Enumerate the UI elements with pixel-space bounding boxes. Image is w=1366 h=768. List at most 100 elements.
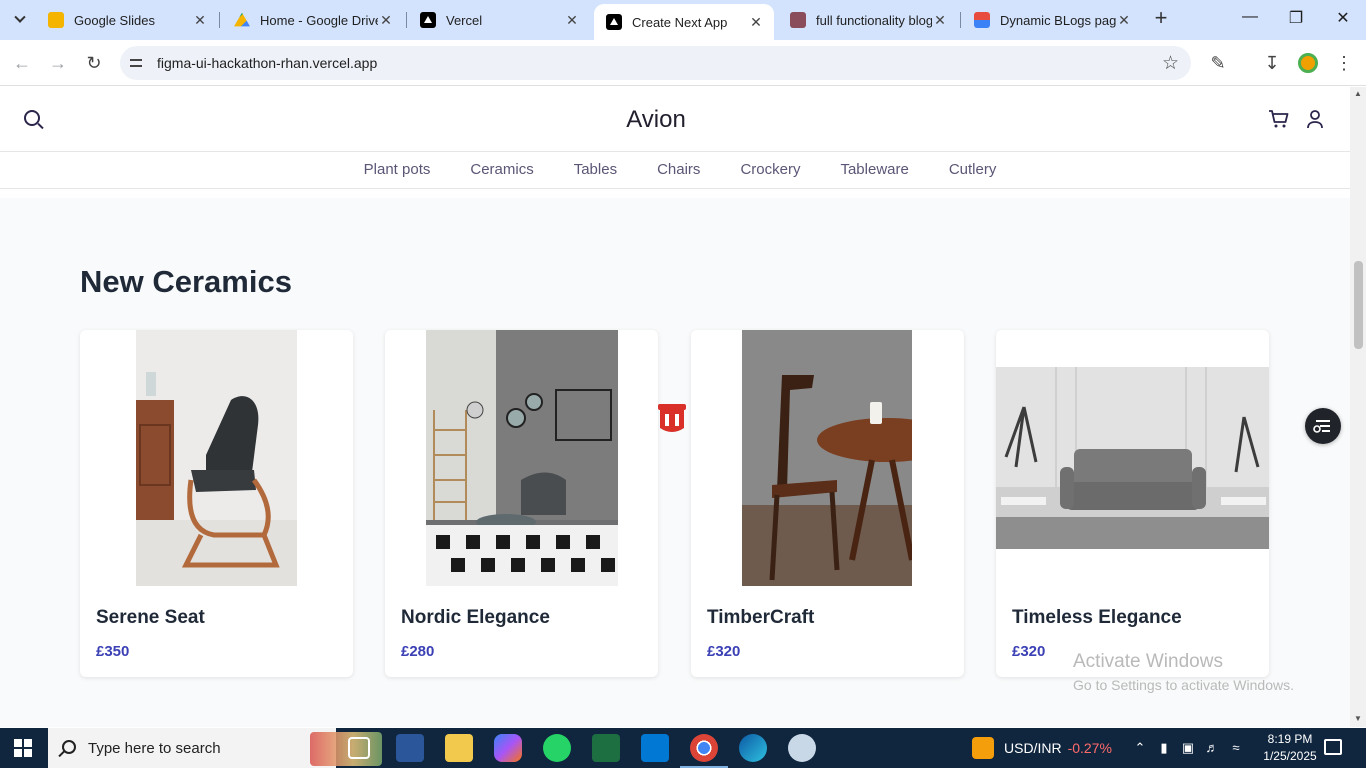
extension-overlay-icon[interactable] — [656, 396, 688, 436]
site-header: Avion — [0, 87, 1350, 152]
nav-crockery[interactable]: Crockery — [740, 153, 800, 188]
search-highlight-image — [310, 732, 382, 766]
whatsapp-icon[interactable] — [543, 734, 571, 762]
tab-label: Vercel — [446, 12, 483, 28]
browser-tab-dynamic-blogs[interactable]: Dynamic BLogs page ✕ — [962, 4, 1142, 36]
nav-plant-pots[interactable]: Plant pots — [364, 153, 431, 188]
device-icon[interactable]: ▣ — [1180, 740, 1196, 756]
word-icon[interactable] — [396, 734, 424, 762]
task-view-icon[interactable] — [348, 737, 370, 759]
floating-menu-button[interactable] — [1305, 408, 1341, 444]
cart-icon[interactable] — [1268, 109, 1290, 129]
windows-start-icon[interactable] — [14, 739, 32, 757]
browser-tab-google-slides[interactable]: Google Slides ✕ — [36, 4, 218, 36]
nav-tableware[interactable]: Tableware — [840, 153, 908, 188]
close-tab-icon[interactable]: ✕ — [192, 12, 208, 29]
back-button[interactable]: ← — [10, 51, 34, 75]
section-title: New Ceramics — [80, 264, 292, 299]
scrollbar-thumb[interactable] — [1354, 261, 1363, 349]
file-explorer-icon[interactable] — [445, 734, 473, 762]
address-bar[interactable]: figma-ui-hackathon-rhan.vercel.app ☆ — [120, 46, 1191, 80]
close-tab-icon[interactable]: ✕ — [564, 12, 580, 29]
product-card[interactable]: Nordic Elegance £280 — [385, 330, 658, 677]
user-icon[interactable] — [1306, 109, 1324, 129]
ticker-change: -0.27% — [1067, 740, 1112, 756]
product-image[interactable] — [996, 367, 1269, 549]
copilot-icon[interactable] — [494, 734, 522, 762]
stock-ticker[interactable]: USD/INR -0.27% — [1004, 740, 1112, 768]
category-nav: Plant pots Ceramics Tables Chairs Crocke… — [0, 153, 1350, 189]
chrome-icon[interactable] — [680, 734, 728, 768]
product-image[interactable] — [136, 330, 297, 586]
tab-search-button[interactable] — [6, 6, 34, 34]
list-filter-icon — [1313, 420, 1330, 433]
close-window-button[interactable]: ✕ — [1320, 8, 1366, 28]
scroll-down-arrow[interactable]: ▼ — [1354, 714, 1362, 723]
browser-tab-blog[interactable]: full functionality blog ✕ — [778, 4, 958, 36]
bookmark-star-icon[interactable]: ☆ — [1162, 52, 1179, 75]
new-tab-button[interactable]: + — [1150, 7, 1172, 30]
search-icon — [62, 740, 76, 754]
minimize-button[interactable]: — — [1227, 8, 1273, 26]
volume-icon[interactable]: ♬ — [1204, 740, 1220, 756]
product-name[interactable]: Serene Seat — [96, 607, 205, 629]
close-tab-icon[interactable]: ✕ — [378, 12, 394, 29]
product-card[interactable]: TimberCraft £320 — [691, 330, 964, 677]
close-tab-icon[interactable]: ✕ — [1116, 12, 1132, 29]
battery-icon[interactable]: ▮ — [1156, 740, 1172, 756]
downloads-icon[interactable]: ↧ — [1260, 51, 1284, 75]
product-card[interactable]: Timeless Elegance £320 — [996, 330, 1269, 677]
product-image[interactable] — [426, 330, 618, 586]
chevron-up-icon[interactable]: ⌃ — [1132, 740, 1148, 756]
google-drive-icon — [234, 12, 250, 27]
nav-cutlery[interactable]: Cutlery — [949, 153, 997, 188]
profile-avatar[interactable] — [1298, 53, 1318, 73]
tab-label: Google Slides — [74, 12, 155, 28]
nav-chairs[interactable]: Chairs — [657, 153, 700, 188]
excel-icon[interactable] — [592, 734, 620, 762]
wifi-icon[interactable]: ≈ — [1228, 740, 1244, 756]
tab-separator — [219, 12, 220, 28]
product-card[interactable]: Serene Seat £350 — [80, 330, 353, 677]
stock-ticker-icon[interactable] — [972, 737, 994, 759]
nav-ceramics[interactable]: Ceramics — [470, 153, 533, 188]
chevron-down-icon — [14, 11, 26, 23]
reload-button[interactable]: ↻ — [82, 51, 106, 75]
product-price: £350 — [96, 643, 130, 660]
scroll-up-arrow[interactable]: ▲ — [1354, 89, 1362, 98]
tab-separator — [960, 12, 961, 28]
browser-toolbar: ← → ↻ figma-ui-hackathon-rhan.vercel.app… — [0, 40, 1366, 86]
close-tab-icon[interactable]: ✕ — [748, 14, 764, 31]
page-scrollbar[interactable]: ▲ ▼ — [1350, 87, 1366, 727]
system-clock[interactable]: 8:19 PM 1/25/2025 — [1258, 731, 1322, 765]
browser-tab-google-drive[interactable]: Home - Google Drive ✕ — [222, 4, 404, 36]
site-info-icon[interactable] — [128, 55, 144, 71]
product-name[interactable]: Nordic Elegance — [401, 607, 550, 629]
notification-center-icon[interactable] — [1324, 739, 1342, 755]
taskbar-search-box[interactable]: Type here to search — [48, 728, 382, 768]
product-name[interactable]: TimberCraft — [707, 607, 814, 629]
product-image[interactable] — [742, 330, 912, 586]
extensions-icon[interactable]: ✎ — [1206, 51, 1230, 75]
watermark-title: Activate Windows — [1073, 651, 1223, 672]
browser-tab-create-next-app[interactable]: Create Next App ✕ — [594, 4, 774, 40]
product-price: £320 — [707, 643, 741, 660]
nav-tables[interactable]: Tables — [574, 153, 617, 188]
close-tab-icon[interactable]: ✕ — [932, 12, 948, 29]
paint-icon[interactable] — [788, 734, 816, 762]
taskbar-search-placeholder: Type here to search — [88, 740, 221, 757]
product-name[interactable]: Timeless Elegance — [1012, 607, 1182, 629]
url-text[interactable]: figma-ui-hackathon-rhan.vercel.app — [157, 55, 377, 71]
browser-tabstrip: Google Slides ✕ Home - Google Drive ✕ Ve… — [0, 0, 1366, 40]
vscode-icon[interactable] — [641, 734, 669, 762]
edge-icon[interactable] — [739, 734, 767, 762]
site-logo[interactable]: Avion — [0, 106, 1312, 134]
restore-button[interactable]: ❐ — [1273, 8, 1319, 28]
forward-button[interactable]: → — [46, 51, 70, 75]
browser-tab-vercel[interactable]: Vercel ✕ — [408, 4, 590, 36]
vercel-icon — [606, 14, 622, 30]
site-favicon — [974, 12, 990, 28]
product-price: £320 — [1012, 643, 1046, 660]
browser-menu-icon[interactable]: ⋮ — [1332, 51, 1356, 75]
tab-label: full functionality blog — [816, 12, 932, 28]
